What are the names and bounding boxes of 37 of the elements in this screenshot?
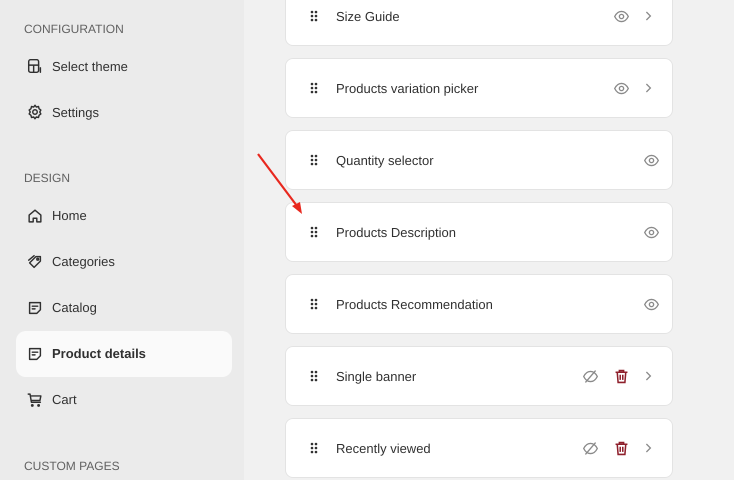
block-label: Products variation picker <box>336 80 480 96</box>
block-label: Products Description <box>336 224 457 240</box>
block-label: Size Guide <box>336 8 401 24</box>
trash-icon[interactable] <box>613 440 630 456</box>
drag-handle-icon[interactable] <box>310 298 318 310</box>
section-heading: CONFIGURATION <box>23 21 125 38</box>
drag-handle-icon[interactable] <box>310 10 318 22</box>
sidebar-item[interactable]: Catalog <box>16 284 232 331</box>
block-label: Quantity selector <box>336 152 435 168</box>
home-icon <box>26 206 44 225</box>
chevron-right-icon[interactable] <box>644 442 652 454</box>
trash-icon[interactable] <box>613 368 630 384</box>
block-label: Recently viewed <box>336 440 432 456</box>
sidebar-item[interactable]: Select theme <box>16 43 232 90</box>
tag-icon <box>26 252 44 271</box>
drag-handle-icon[interactable] <box>310 370 318 382</box>
sidebar-item[interactable]: Cart <box>16 376 232 423</box>
block-label: Single banner <box>336 368 418 384</box>
block-label: Products Recommendation <box>336 296 494 312</box>
chevron-right-icon[interactable] <box>644 10 652 22</box>
drag-handle-icon[interactable] <box>310 154 318 166</box>
sidebar-item[interactable]: Settings <box>16 89 232 136</box>
chevron-right-icon[interactable] <box>644 370 652 382</box>
drag-handle-icon[interactable] <box>310 442 318 454</box>
chevron-right-icon[interactable] <box>644 82 652 94</box>
settings-icon <box>26 103 44 122</box>
section-heading: DESIGN <box>23 170 72 188</box>
drag-handle-icon[interactable] <box>310 226 318 238</box>
eye-slash-icon[interactable] <box>582 440 599 456</box>
cart-icon <box>26 390 44 409</box>
sidebar-item[interactable]: Home <box>16 192 232 239</box>
drag-handle-icon[interactable] <box>310 82 318 94</box>
sidebar-item[interactable]: Categories <box>16 238 232 285</box>
layout-icon <box>26 57 44 76</box>
eye-slash-icon[interactable] <box>582 368 599 384</box>
sidebar-item[interactable]: Product details <box>16 330 232 377</box>
section-heading: CUSTOM PAGES <box>23 458 121 475</box>
